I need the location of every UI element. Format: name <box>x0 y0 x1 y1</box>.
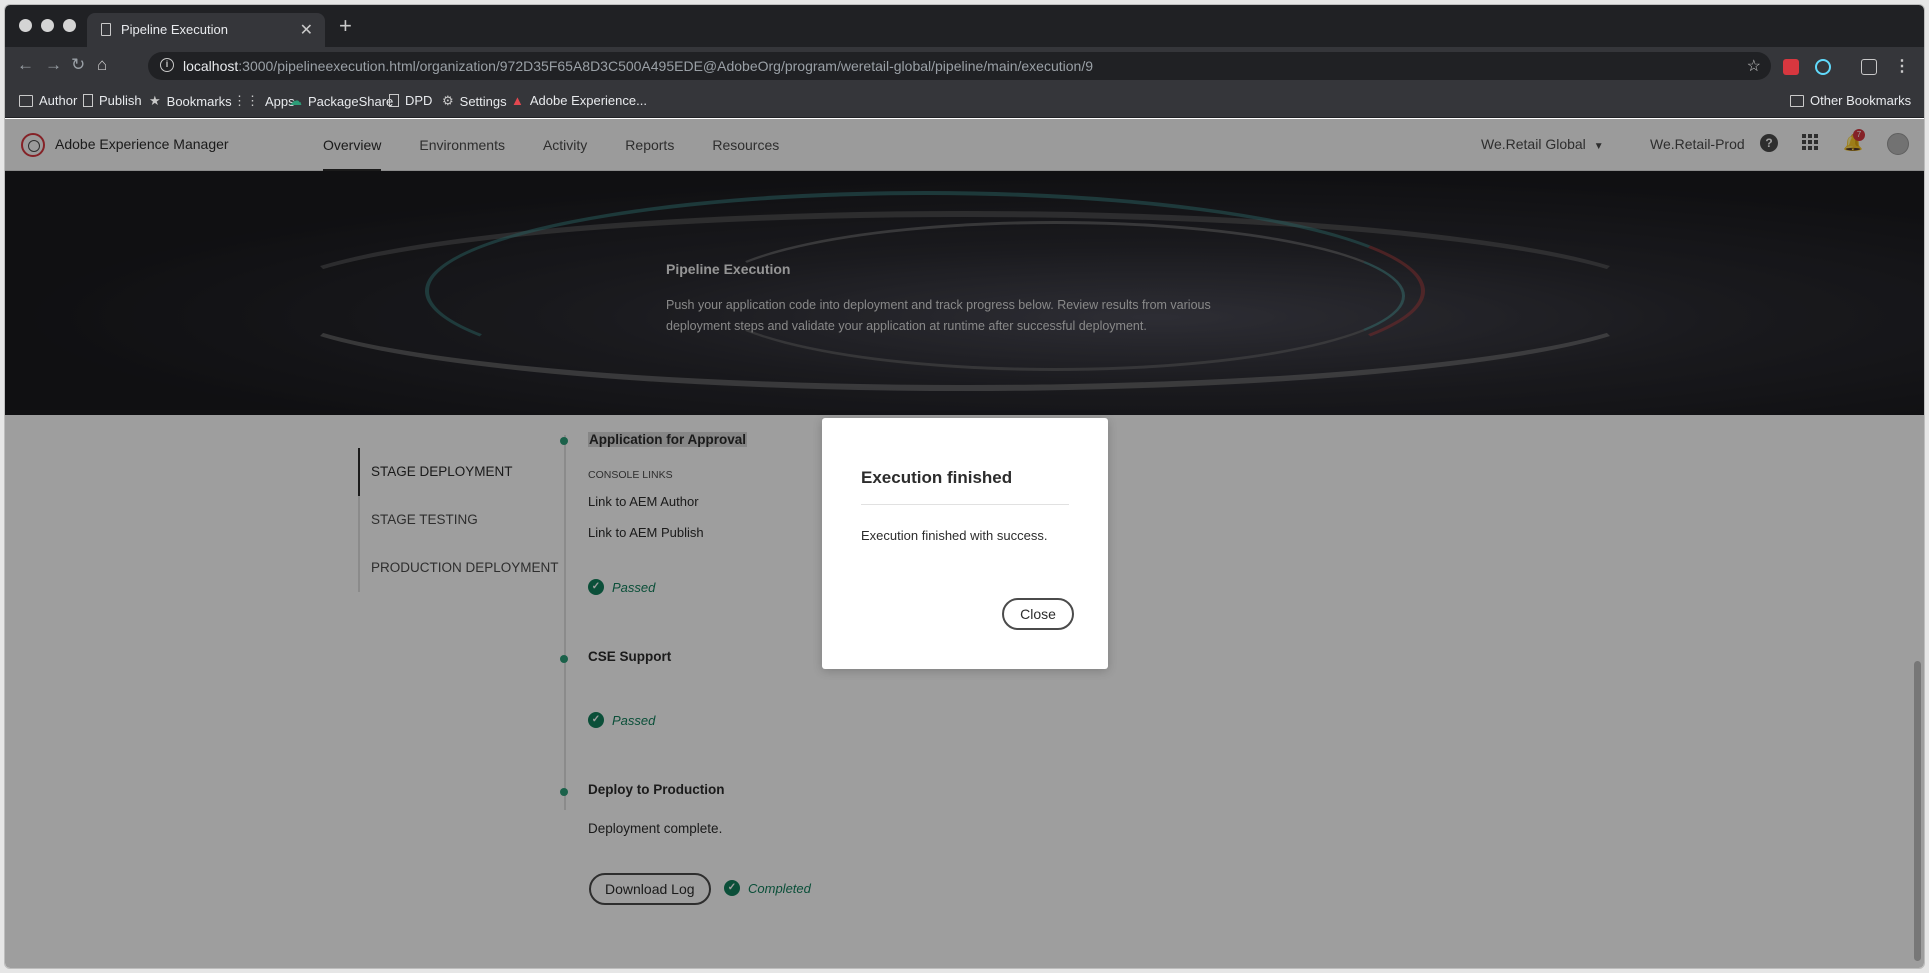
window-controls <box>19 19 76 32</box>
bookmark-settings[interactable]: ⚙ Settings <box>442 93 507 109</box>
adobe-icon: ▲ <box>511 93 524 108</box>
bookmark-packageshare[interactable]: ☁ PackageShare <box>289 93 393 109</box>
dialog-title: Execution finished <box>861 468 1013 487</box>
bookmark-author[interactable]: Author <box>19 93 77 108</box>
extension-icon[interactable] <box>1783 59 1799 75</box>
tab-bar: Pipeline Execution ✕ + <box>5 5 1924 47</box>
bookmark-apps[interactable]: ⋮⋮ Apps <box>233 93 295 109</box>
dialog-message: Execution finished with success. <box>861 528 1048 543</box>
maximize-window-button[interactable] <box>63 19 76 32</box>
browser-window: Pipeline Execution ✕ + ← → ↻ ⌂ i localho… <box>4 4 1925 969</box>
bookmark-star-icon[interactable]: ☆ <box>1747 56 1761 76</box>
bookmarks-bar: Author Publish ★ Bookmarks ⋮⋮ Apps ☁ Packag… <box>5 85 1924 118</box>
react-devtools-icon[interactable] <box>1815 59 1831 75</box>
folder-icon <box>19 94 33 107</box>
close-window-button[interactable] <box>19 19 32 32</box>
url-text[interactable]: localhost:3000/pipelineexecution.html/or… <box>183 58 1093 74</box>
folder-icon <box>1790 94 1804 107</box>
star-icon: ★ <box>149 93 161 108</box>
execution-finished-dialog: Execution finished Execution finished wi… <box>822 418 1108 669</box>
reload-icon[interactable]: ↻ <box>71 55 85 75</box>
browser-toolbar: ← → ↻ ⌂ i localhost:3000/pipelineexecuti… <box>5 47 1924 85</box>
minimize-window-button[interactable] <box>41 19 54 32</box>
bookmark-dpd[interactable]: DPD <box>389 93 432 108</box>
close-tab-icon[interactable]: ✕ <box>300 20 313 40</box>
menu-icon[interactable]: ⋮ <box>1894 56 1910 76</box>
cloud-icon: ☁ <box>289 93 302 108</box>
other-bookmarks[interactable]: Other Bookmarks <box>1790 93 1911 108</box>
home-icon[interactable]: ⌂ <box>97 55 107 75</box>
forward-icon[interactable]: → <box>45 55 62 75</box>
incognito-icon[interactable] <box>1861 59 1877 75</box>
browser-tab[interactable]: Pipeline Execution ✕ <box>87 13 325 47</box>
apps-grid-icon: ⋮⋮ <box>233 93 259 108</box>
info-icon[interactable]: i <box>160 58 174 72</box>
bookmark-bookmarks[interactable]: ★ Bookmarks <box>149 93 232 109</box>
gear-icon: ⚙ <box>442 93 454 108</box>
new-tab-button[interactable]: + <box>339 15 352 37</box>
address-bar[interactable]: i localhost:3000/pipelineexecution.html/… <box>148 52 1771 80</box>
page-icon <box>389 94 399 107</box>
bookmark-publish[interactable]: Publish <box>83 93 142 108</box>
bookmark-adobe-experience[interactable]: ▲ Adobe Experience... <box>511 93 647 108</box>
page-icon <box>83 94 93 107</box>
back-icon[interactable]: ← <box>17 55 34 75</box>
page-icon <box>101 23 111 36</box>
close-button[interactable]: Close <box>1002 598 1074 630</box>
dialog-divider <box>861 504 1069 505</box>
tab-title: Pipeline Execution <box>121 22 228 37</box>
